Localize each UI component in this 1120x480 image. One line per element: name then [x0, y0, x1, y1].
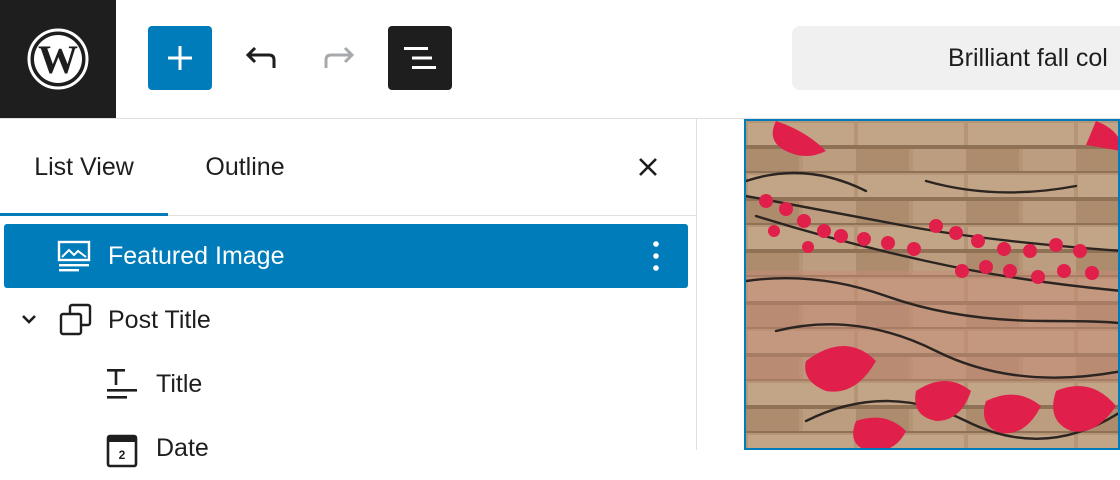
sidebar-tabs: List View Outline — [0, 119, 696, 216]
tab-outline[interactable]: Outline — [178, 119, 312, 215]
list-item-date[interactable]: 2 Date — [4, 416, 688, 480]
chevron-down-icon — [22, 315, 36, 324]
undo-button[interactable] — [228, 26, 292, 90]
list-item-post-title[interactable]: Post Title — [4, 288, 688, 352]
list-item-label: Post Title — [108, 305, 211, 334]
tab-outline-label: Outline — [205, 152, 285, 181]
expand-toggle[interactable] — [16, 308, 42, 332]
wordpress-logo-icon: W — [27, 28, 89, 90]
calendar-icon: 2 — [104, 432, 140, 472]
wordpress-logo-button[interactable]: W — [0, 0, 116, 118]
block-options-button[interactable] — [640, 236, 672, 276]
close-icon — [639, 158, 657, 176]
editor-header: W Brilliant fall col — [0, 0, 1120, 119]
document-title: Brilliant fall col — [948, 43, 1108, 72]
close-sidebar-button[interactable] — [620, 139, 676, 195]
document-overview-button[interactable] — [388, 26, 452, 90]
group-icon — [58, 302, 94, 338]
svg-text:2: 2 — [119, 448, 126, 462]
svg-text:W: W — [38, 37, 78, 82]
tab-list-view[interactable]: List View — [0, 119, 168, 216]
list-item-label: Date — [156, 433, 209, 462]
list-view-sidebar: List View Outline Featured Image Post Ti… — [0, 119, 697, 468]
list-item-title[interactable]: Title — [4, 352, 688, 416]
plus-icon — [168, 46, 192, 70]
document-title-bar[interactable]: Brilliant fall col — [792, 26, 1120, 90]
image-icon — [56, 238, 92, 274]
featured-image — [746, 121, 1118, 448]
list-item-featured-image[interactable]: Featured Image — [4, 224, 688, 288]
tab-list-view-label: List View — [34, 152, 134, 181]
featured-image-block[interactable] — [744, 119, 1120, 450]
list-view-icon — [404, 47, 436, 69]
add-block-button[interactable] — [148, 26, 212, 90]
redo-button[interactable] — [308, 26, 372, 90]
list-item-label: Title — [156, 369, 203, 398]
redo-icon — [324, 46, 355, 68]
title-icon — [104, 364, 140, 404]
more-vertical-icon — [653, 241, 659, 271]
undo-icon — [245, 46, 276, 68]
list-item-label: Featured Image — [108, 241, 285, 270]
